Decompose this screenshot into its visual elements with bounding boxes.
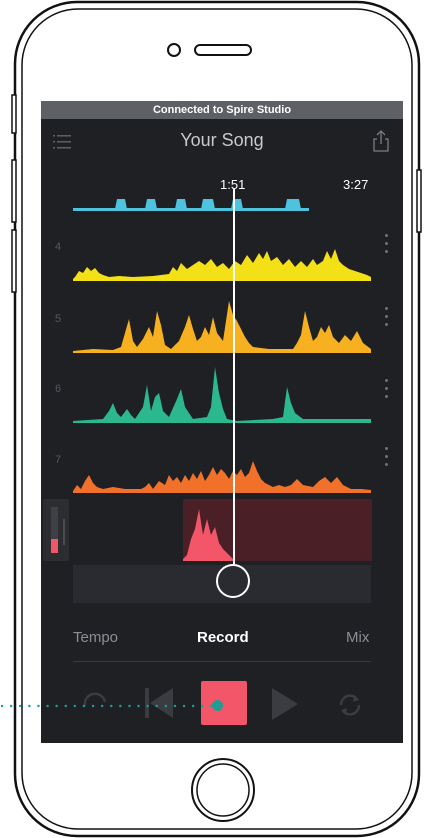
song-title[interactable]: Your Song	[41, 130, 403, 151]
tab-tempo[interactable]: Tempo	[73, 629, 118, 646]
sync-icon[interactable]	[336, 691, 364, 719]
track-number-7: 7	[55, 454, 62, 466]
track-number-4: 4	[55, 241, 62, 253]
mute-switch	[11, 94, 17, 134]
track-waveform-7[interactable]	[73, 451, 371, 493]
track-options-4[interactable]	[384, 234, 390, 262]
mode-tabs: Tempo Record Mix	[41, 629, 403, 651]
power-button	[416, 169, 422, 233]
recording-waveform	[183, 509, 233, 561]
scrub-handle[interactable]	[216, 564, 250, 598]
callout-dotted-line	[0, 704, 214, 708]
track-waveform-5[interactable]	[73, 297, 371, 353]
nav-bar: Your Song	[41, 119, 403, 163]
playhead-line	[233, 189, 235, 564]
track-waveform-4[interactable]	[73, 241, 371, 281]
share-icon[interactable]	[371, 129, 391, 153]
connection-status-text: Connected to Spire Studio	[152, 104, 292, 116]
track-options-6[interactable]	[384, 379, 390, 407]
app-screen: Connected to Spire Studio Your Song 1:51…	[41, 101, 403, 743]
track-waveform-top[interactable]	[73, 189, 371, 211]
connection-status-bar: Connected to Spire Studio	[41, 101, 403, 119]
level-meter-handle[interactable]	[63, 519, 65, 545]
level-meter-track	[51, 507, 58, 553]
tabs-divider	[73, 661, 371, 662]
tab-mix[interactable]: Mix	[346, 629, 369, 646]
track-options-7[interactable]	[384, 447, 390, 475]
track-number-5: 5	[55, 313, 62, 325]
tab-record[interactable]: Record	[197, 629, 249, 646]
level-meter-fill	[51, 539, 58, 553]
track-number-6: 6	[55, 383, 62, 395]
volume-up-button	[11, 159, 17, 223]
callout-endpoint	[212, 700, 223, 711]
track-waveform-6[interactable]	[73, 363, 371, 423]
input-level-meter[interactable]	[43, 499, 69, 561]
volume-down-button	[11, 229, 17, 293]
track-options-5[interactable]	[384, 307, 390, 335]
play-icon[interactable]	[272, 688, 298, 720]
